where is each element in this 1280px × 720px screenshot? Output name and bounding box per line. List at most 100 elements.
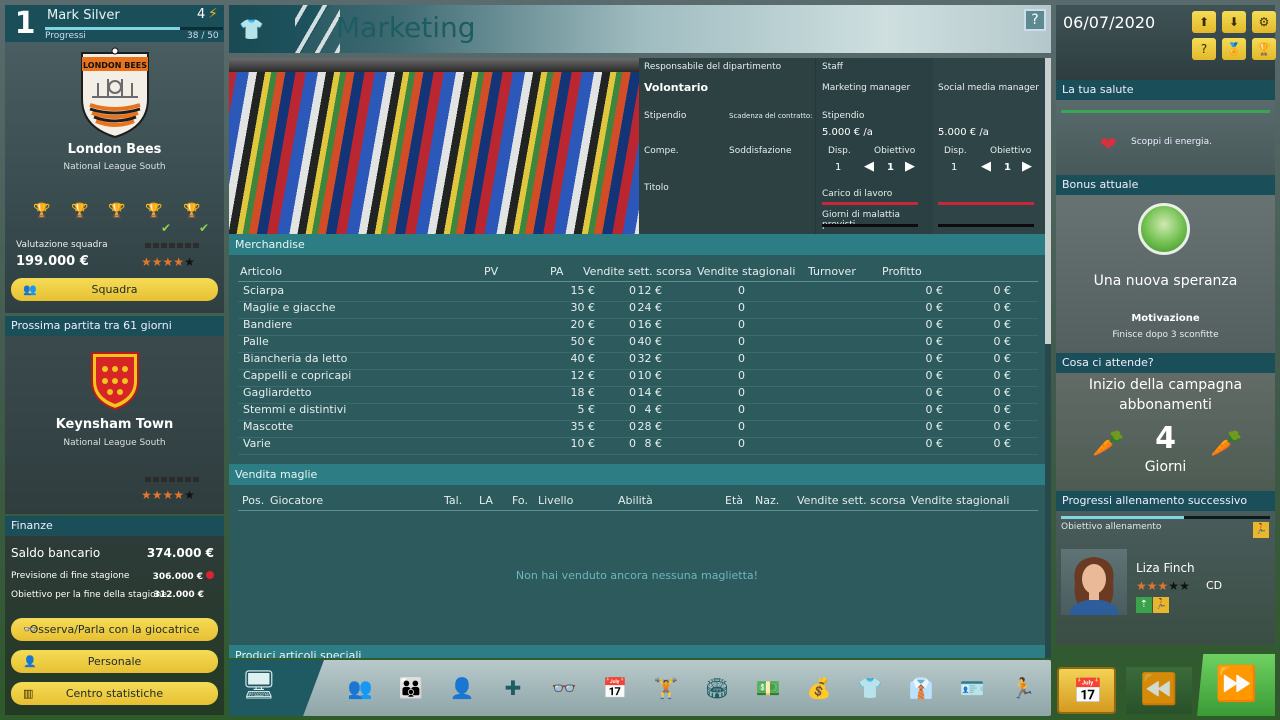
help-icon[interactable]: ? xyxy=(1192,38,1216,60)
star-empty-icon: ★ xyxy=(184,255,195,269)
bonus-header: Bonus attuale xyxy=(1056,175,1275,195)
calendar-nav-icon[interactable]: 📅 xyxy=(599,673,631,703)
medical-nav-icon[interactable]: ✚ xyxy=(497,673,529,703)
finance-nav-icon[interactable]: 💵 xyxy=(752,673,784,703)
right-panel: 06/07/2020 ⬆ ⬇ ⚙ ? 🏅 🏆 La tua salute ❤ S… xyxy=(1056,5,1276,645)
table-row[interactable]: Gagliardetto 18 €14 €0 0 0 €0 € xyxy=(238,386,1011,403)
staff-button[interactable]: 👤 Personale xyxy=(11,650,218,673)
person-icon: 👤 xyxy=(23,655,37,668)
table-row[interactable]: Palle 50 €40 €0 0 0 €0 € xyxy=(238,335,1011,352)
table-row[interactable]: Varie 10 € 8 € 0 0 0 € 0 € xyxy=(238,437,1011,454)
health-header: La tua salute xyxy=(1056,80,1275,100)
scrollbar-thumb[interactable] xyxy=(1045,234,1051,344)
table-row[interactable]: Stemmi e distintivi 5 € 4 € 0 0 0 € 0 € xyxy=(238,403,1011,420)
row-divider xyxy=(238,454,1038,455)
increase-arrow-icon[interactable]: ▶ xyxy=(1022,159,1032,174)
fitness-nav-icon[interactable]: 🏃 xyxy=(1007,673,1039,703)
table-row[interactable]: Biancheria da letto 40 €32 €0 0 0 €0 € xyxy=(238,352,1011,369)
rating-bars xyxy=(145,477,200,482)
player-portrait xyxy=(1069,557,1119,615)
marketing-nav-icon[interactable]: 👕 xyxy=(854,673,886,703)
header-divider xyxy=(238,510,1038,511)
stats-center-button[interactable]: ▥ Centro statistiche xyxy=(11,682,218,705)
opponent-name: Keynsham Town xyxy=(55,417,174,432)
cell-value: 0 xyxy=(629,318,636,331)
table-row[interactable]: Maglie e giacche 30 €24 €0 0 0 €0 € xyxy=(238,301,1011,318)
satisfaction-label: Soddisfazione xyxy=(729,146,792,156)
col-header: Profitto xyxy=(882,265,922,278)
trophy-icon[interactable]: 🏆 xyxy=(1252,38,1276,60)
cell-value: 0 € xyxy=(925,335,944,348)
cell-value: 0 € xyxy=(993,386,1012,399)
cell-value: 0 xyxy=(629,403,636,416)
cell-value: 0 € xyxy=(925,437,944,450)
cell-value: 0 xyxy=(629,301,636,314)
squad-nav-icon[interactable]: 👥 xyxy=(344,673,376,703)
player-name[interactable]: Liza Finch xyxy=(1136,561,1195,575)
balance-label: Saldo bancario xyxy=(11,546,101,560)
gear-icon[interactable]: ⚙ xyxy=(1252,11,1276,33)
staff-nav-icon[interactable]: 👔 xyxy=(905,673,937,703)
upcoming-event: Inizio della campagna abbonamenti xyxy=(1088,377,1243,413)
help-button[interactable]: ? xyxy=(1024,9,1046,31)
opponent-crest[interactable] xyxy=(90,351,140,411)
scouting-nav-icon[interactable]: 👓 xyxy=(548,673,580,703)
cell-value: 0 xyxy=(738,403,745,416)
stadium-nav-icon[interactable]: 🏟 xyxy=(701,673,733,703)
table-row[interactable]: Sciarpa 15 €12 €0 0 0 €0 € xyxy=(238,284,1011,301)
upload-icon[interactable]: ⬆ xyxy=(1192,11,1216,33)
cell-value: 0 € xyxy=(993,318,1012,331)
col-header: Vendite stagionali xyxy=(697,265,796,278)
continue-button[interactable]: ⏩ xyxy=(1197,654,1275,716)
club-name: London Bees xyxy=(67,142,162,157)
col-header: Vendite stagionali xyxy=(911,494,1010,507)
progress-count: 38 / 50 xyxy=(187,31,219,41)
players-nav-icon[interactable]: 👤 xyxy=(446,673,478,703)
upcoming-header: Cosa ci attende? xyxy=(1056,353,1275,373)
cell-value: 0 € xyxy=(993,284,1012,297)
sponsors-nav-icon[interactable]: 💰 xyxy=(803,673,835,703)
profile-nav-icon[interactable]: 🪪 xyxy=(956,673,988,703)
office-home-button[interactable]: 🖥 xyxy=(229,660,324,716)
decrease-arrow-icon[interactable]: ◀ xyxy=(981,159,991,174)
tactics-nav-icon[interactable]: 👪 xyxy=(395,673,427,703)
sick-days-bar xyxy=(822,224,918,227)
balance-value: 374.000 € xyxy=(146,546,214,560)
decrease-arrow-icon[interactable]: ◀ xyxy=(864,159,874,174)
left-panel: 1 Mark Silver 4 ⚡ Progressi 38 / 50 LOND… xyxy=(5,5,224,715)
avatar[interactable] xyxy=(1061,549,1127,615)
club-crest-london-bees[interactable]: LONDON BEES xyxy=(78,47,152,139)
calendar-icon: 📅 xyxy=(1073,677,1103,705)
alert-dot-icon xyxy=(206,571,214,579)
player-name[interactable]: Mark Silver xyxy=(47,8,120,23)
rewind-button[interactable]: ⏪ xyxy=(1126,667,1192,714)
rating-bars xyxy=(145,243,200,248)
observe-talk-button[interactable]: 👓 Osserva/Parla con la giocatrice xyxy=(11,618,218,641)
finance-card: Finanze Saldo bancario 374.000 € Previsi… xyxy=(5,516,224,715)
table-row[interactable]: Bandiere 20 €16 €0 0 0 €0 € xyxy=(238,318,1011,335)
scrollbar[interactable] xyxy=(1045,58,1051,234)
cell-value: 20 € xyxy=(570,318,596,331)
scrollbar[interactable] xyxy=(1045,234,1051,658)
item-name: Cappelli e copricapi xyxy=(243,369,352,382)
health-bar xyxy=(1061,110,1270,113)
medal-icon[interactable]: 🏅 xyxy=(1222,38,1246,60)
cell-value: 0 xyxy=(629,369,636,382)
download-icon[interactable]: ⬇ xyxy=(1222,11,1246,33)
star-filled-icon: ★ xyxy=(1136,579,1147,593)
sick-days-bar xyxy=(938,224,1034,227)
target-label: Obiettivo per la fine della stagione xyxy=(11,590,167,600)
squad-button[interactable]: 👥 Squadra xyxy=(11,278,218,301)
cell-value: 5 € xyxy=(577,403,596,416)
table-row[interactable]: Cappelli e copricapi 12 €10 €0 0 0 €0 € xyxy=(238,369,1011,386)
increase-arrow-icon[interactable]: ▶ xyxy=(905,159,915,174)
special-items-section-header: Produci articoli speciali xyxy=(229,645,1045,658)
training-nav-icon[interactable]: 🏋 xyxy=(650,673,682,703)
workload-label: Carico di lavoro xyxy=(822,189,893,199)
training-progress-bar xyxy=(1061,516,1270,519)
table-row[interactable]: Mascotte 35 €28 €0 0 0 €0 € xyxy=(238,420,1011,437)
target-label: Obiettivo xyxy=(990,146,1032,156)
running-icon[interactable]: 🏃 xyxy=(1253,522,1269,538)
calendar-button[interactable]: 📅 xyxy=(1057,667,1116,714)
head-value[interactable]: Volontario xyxy=(644,81,708,94)
